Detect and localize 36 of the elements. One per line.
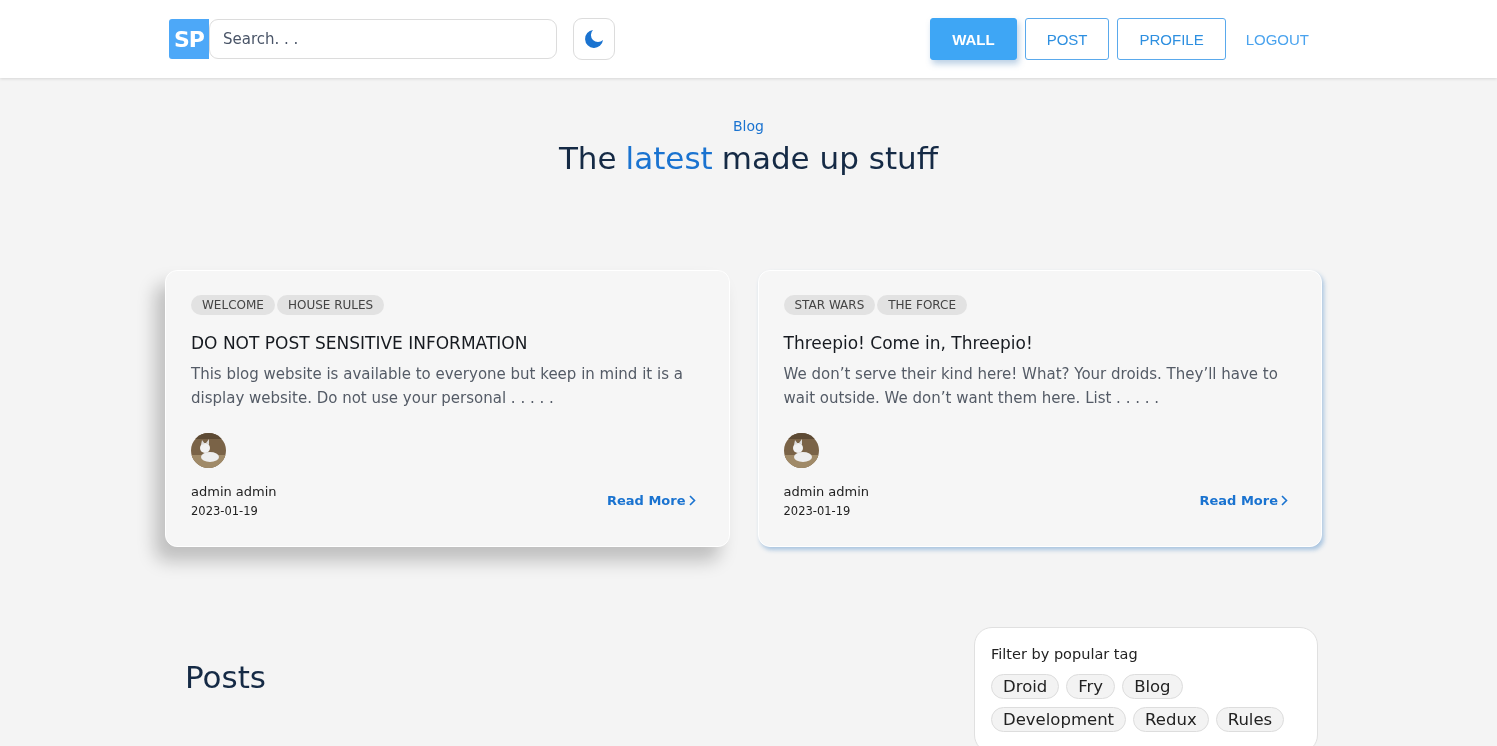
search-field[interactable]: Search. . . <box>209 19 557 59</box>
post-title: Threepio! Come in, Threepio! <box>783 333 1034 353</box>
read-more-link[interactable]: Read More <box>606 493 696 508</box>
chevron-right-icon <box>1281 495 1288 506</box>
tag-filter-button[interactable]: Rules <box>1215 707 1285 732</box>
tag-chip: THE FORCE <box>877 295 968 315</box>
tag-chip: WELCOME <box>191 295 275 315</box>
read-more-link[interactable]: Read More <box>1199 493 1288 508</box>
heading-text: latest <box>625 140 713 176</box>
moon-icon <box>584 29 604 49</box>
filter-title: Filter by popular tag <box>991 646 1139 662</box>
post-title: DO NOT POST SENSITIVE INFORMATION <box>191 333 529 353</box>
tag-chip: STAR WARS <box>783 295 876 315</box>
logo[interactable]: SP <box>169 19 209 59</box>
author-name: admin admin <box>191 484 277 499</box>
nav-button[interactable]: PROFILE <box>1117 18 1226 60</box>
section-heading: Posts <box>185 659 266 697</box>
logout-link[interactable]: LOGOUT <box>1245 30 1309 48</box>
tag-filter-button[interactable]: Redux <box>1133 707 1209 732</box>
nav-button[interactable]: WALL <box>930 18 1017 60</box>
theme-toggle-button[interactable] <box>573 18 615 60</box>
nav-button[interactable]: POST <box>1024 18 1110 60</box>
section-label: Blog <box>733 118 764 134</box>
tag-filter-button[interactable]: Development <box>991 707 1127 732</box>
heading-text: made up stuff <box>721 140 939 176</box>
post-date: 2023-01-19 <box>783 504 852 518</box>
author-name: admin admin <box>783 484 870 499</box>
post-date: 2023-01-19 <box>191 504 259 518</box>
tag-chip: HOUSE RULES <box>276 295 385 315</box>
post-excerpt: This blog website is available to everyone but keep in mind it is a display website. Do not use your personal . . . . . <box>191 364 684 409</box>
tag-filter-button[interactable]: Blog <box>1122 674 1183 699</box>
tag-filter-button[interactable]: Droid <box>991 674 1060 699</box>
post-excerpt: We don’t serve their kind here! What? Your droids. They’ll have to wait outside. We don’t want them here. List . . . . . <box>783 364 1279 409</box>
tag-filter-button[interactable]: Fry <box>1066 674 1116 699</box>
heading-text: The <box>558 140 617 176</box>
chevron-right-icon <box>688 495 696 506</box>
